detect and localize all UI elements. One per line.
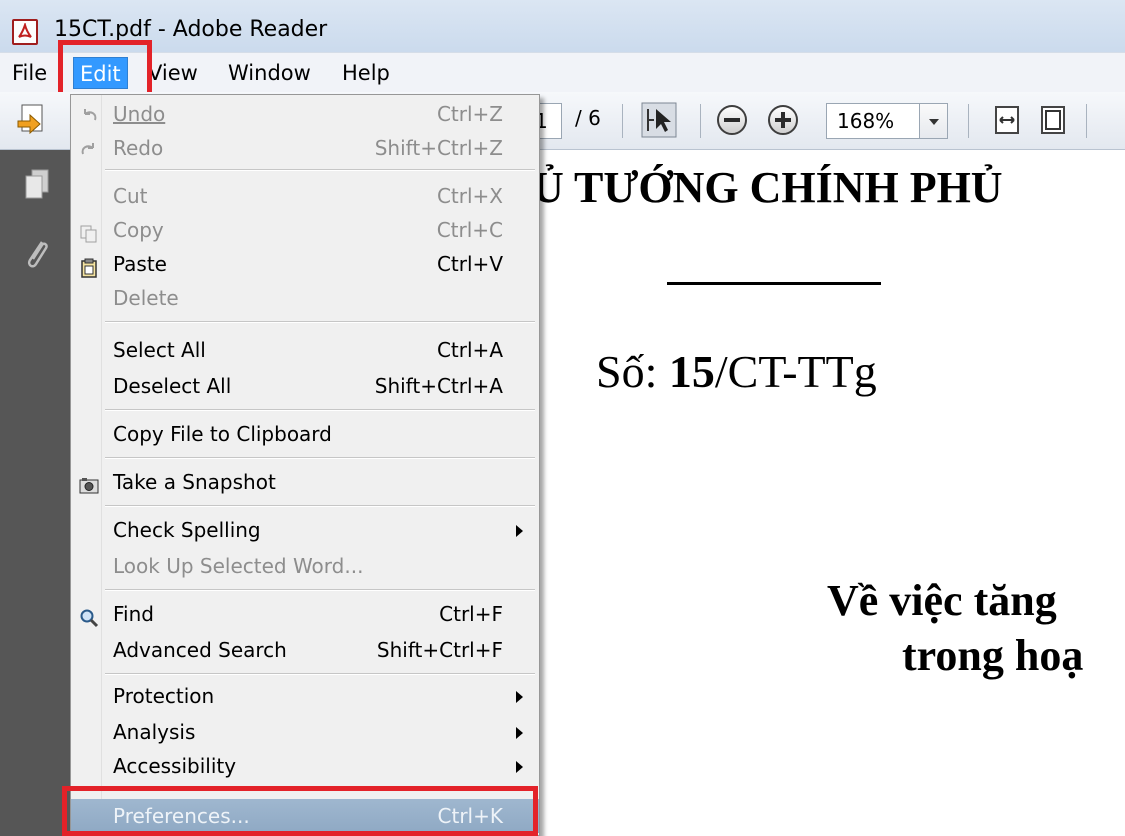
- snapshot-icon: [79, 472, 99, 494]
- menu-separator: [105, 457, 535, 459]
- doc-header-text: Ủ TƯỚNG CHÍNH PHỦ: [532, 163, 1003, 212]
- snapshot-label: Take a Snapshot: [113, 470, 276, 494]
- menu-item-find[interactable]: Find Ctrl+F: [71, 597, 539, 631]
- menu-view[interactable]: View: [142, 57, 204, 89]
- find-shortcut: Ctrl+F: [439, 602, 503, 626]
- menu-separator: [105, 673, 535, 675]
- delete-label: Delete: [113, 286, 179, 310]
- menu-item-paste[interactable]: Paste Ctrl+V: [71, 247, 539, 281]
- menu-help[interactable]: Help: [336, 57, 396, 89]
- menu-separator: [105, 505, 535, 507]
- menu-edit[interactable]: Edit: [73, 57, 128, 89]
- analysis-label: Analysis: [113, 720, 196, 744]
- select-all-label: Select All: [113, 338, 206, 362]
- menu-item-analysis[interactable]: Analysis: [71, 715, 539, 749]
- fit-page-icon[interactable]: [988, 101, 1026, 139]
- menu-separator: [105, 169, 535, 171]
- copy-icon: [79, 220, 99, 243]
- menu-item-preferences[interactable]: Preferences... Ctrl+K: [71, 799, 539, 833]
- undo-label: Undo: [113, 102, 166, 126]
- navigation-pane: [0, 150, 72, 836]
- menu-item-deselect-all[interactable]: Deselect All Shift+Ctrl+A: [71, 369, 539, 403]
- title-bar: 15CT.pdf - Adobe Reader: [0, 0, 1125, 58]
- deselect-all-shortcut: Shift+Ctrl+A: [374, 374, 503, 398]
- menu-item-accessibility[interactable]: Accessibility: [71, 749, 539, 783]
- menu-separator: [105, 789, 535, 791]
- advanced-search-shortcut: Shift+Ctrl+F: [376, 638, 503, 662]
- attachments-icon[interactable]: [22, 236, 52, 272]
- zoom-in-icon[interactable]: [768, 105, 798, 135]
- zoom-level-input[interactable]: 168%: [826, 103, 920, 139]
- advanced-search-label: Advanced Search: [113, 638, 287, 662]
- menu-item-select-all[interactable]: Select All Ctrl+A: [71, 333, 539, 367]
- menu-bar: File Edit View Window Help: [0, 52, 1125, 92]
- protection-label: Protection: [113, 684, 215, 708]
- select-tool-icon[interactable]: [640, 101, 678, 139]
- page-total-label: / 6: [575, 106, 601, 130]
- submenu-arrow-icon: [516, 761, 523, 773]
- window-title: 15CT.pdf - Adobe Reader: [54, 17, 328, 42]
- menu-item-undo[interactable]: Undo Ctrl+Z: [71, 97, 539, 131]
- preferences-label: Preferences...: [113, 804, 250, 828]
- edit-menu-dropdown: Undo Ctrl+Z Redo Shift+Ctrl+Z Cut Ctrl+X…: [70, 94, 540, 836]
- find-icon: [79, 604, 99, 628]
- submenu-arrow-icon: [516, 727, 523, 739]
- menu-item-copy-file-to-clipboard[interactable]: Copy File to Clipboard: [71, 417, 539, 451]
- redo-shortcut: Shift+Ctrl+Z: [374, 136, 503, 160]
- zoom-out-icon[interactable]: [717, 105, 747, 135]
- doc-divider-line: [667, 282, 881, 285]
- menu-file[interactable]: File: [6, 57, 53, 89]
- paste-shortcut: Ctrl+V: [436, 252, 503, 276]
- menu-separator: [105, 409, 535, 411]
- pages-icon[interactable]: [22, 168, 52, 204]
- doc-heading-line2: trong hoạ: [902, 631, 1084, 680]
- menu-item-cut[interactable]: Cut Ctrl+X: [71, 179, 539, 213]
- menu-separator: [105, 589, 535, 591]
- accessibility-label: Accessibility: [113, 754, 237, 778]
- cut-label: Cut: [113, 184, 148, 208]
- redo-label: Redo: [113, 136, 164, 160]
- check-spelling-label: Check Spelling: [113, 518, 261, 542]
- select-all-shortcut: Ctrl+A: [436, 338, 503, 362]
- menu-separator: [105, 321, 535, 323]
- find-label: Find: [113, 602, 154, 626]
- menu-item-copy[interactable]: Copy Ctrl+C: [71, 213, 539, 247]
- menu-item-look-up-word[interactable]: Look Up Selected Word...: [71, 549, 539, 583]
- menu-item-delete[interactable]: Delete: [71, 281, 539, 315]
- paste-label: Paste: [113, 252, 167, 276]
- copy-shortcut: Ctrl+C: [436, 218, 503, 242]
- doc-heading-line1: Về việc tăng: [827, 576, 1057, 625]
- submenu-arrow-icon: [516, 525, 523, 537]
- menu-item-advanced-search[interactable]: Advanced Search Shift+Ctrl+F: [71, 633, 539, 667]
- cut-shortcut: Ctrl+X: [436, 184, 503, 208]
- redo-icon: [79, 138, 99, 158]
- menu-window[interactable]: Window: [222, 57, 317, 89]
- deselect-all-label: Deselect All: [113, 374, 232, 398]
- menu-item-redo[interactable]: Redo Shift+Ctrl+Z: [71, 131, 539, 165]
- undo-shortcut: Ctrl+Z: [436, 102, 503, 126]
- zoom-dropdown-button[interactable]: [920, 103, 948, 139]
- undo-icon: [79, 104, 99, 124]
- copy-label: Copy: [113, 218, 164, 242]
- doc-number: Số: 15/CT-TTg: [596, 346, 877, 397]
- fit-width-icon[interactable]: [1034, 101, 1072, 139]
- menu-item-protection[interactable]: Protection: [71, 679, 539, 713]
- menu-item-check-spelling[interactable]: Check Spelling: [71, 513, 539, 547]
- paste-icon: [79, 254, 99, 278]
- pdf-app-icon: [12, 19, 38, 45]
- menu-item-take-snapshot[interactable]: Take a Snapshot: [71, 465, 539, 499]
- copy-file-label: Copy File to Clipboard: [113, 422, 332, 446]
- create-pdf-icon[interactable]: [12, 101, 50, 139]
- look-up-label: Look Up Selected Word...: [113, 554, 364, 578]
- preferences-shortcut: Ctrl+K: [437, 804, 503, 828]
- submenu-arrow-icon: [516, 691, 523, 703]
